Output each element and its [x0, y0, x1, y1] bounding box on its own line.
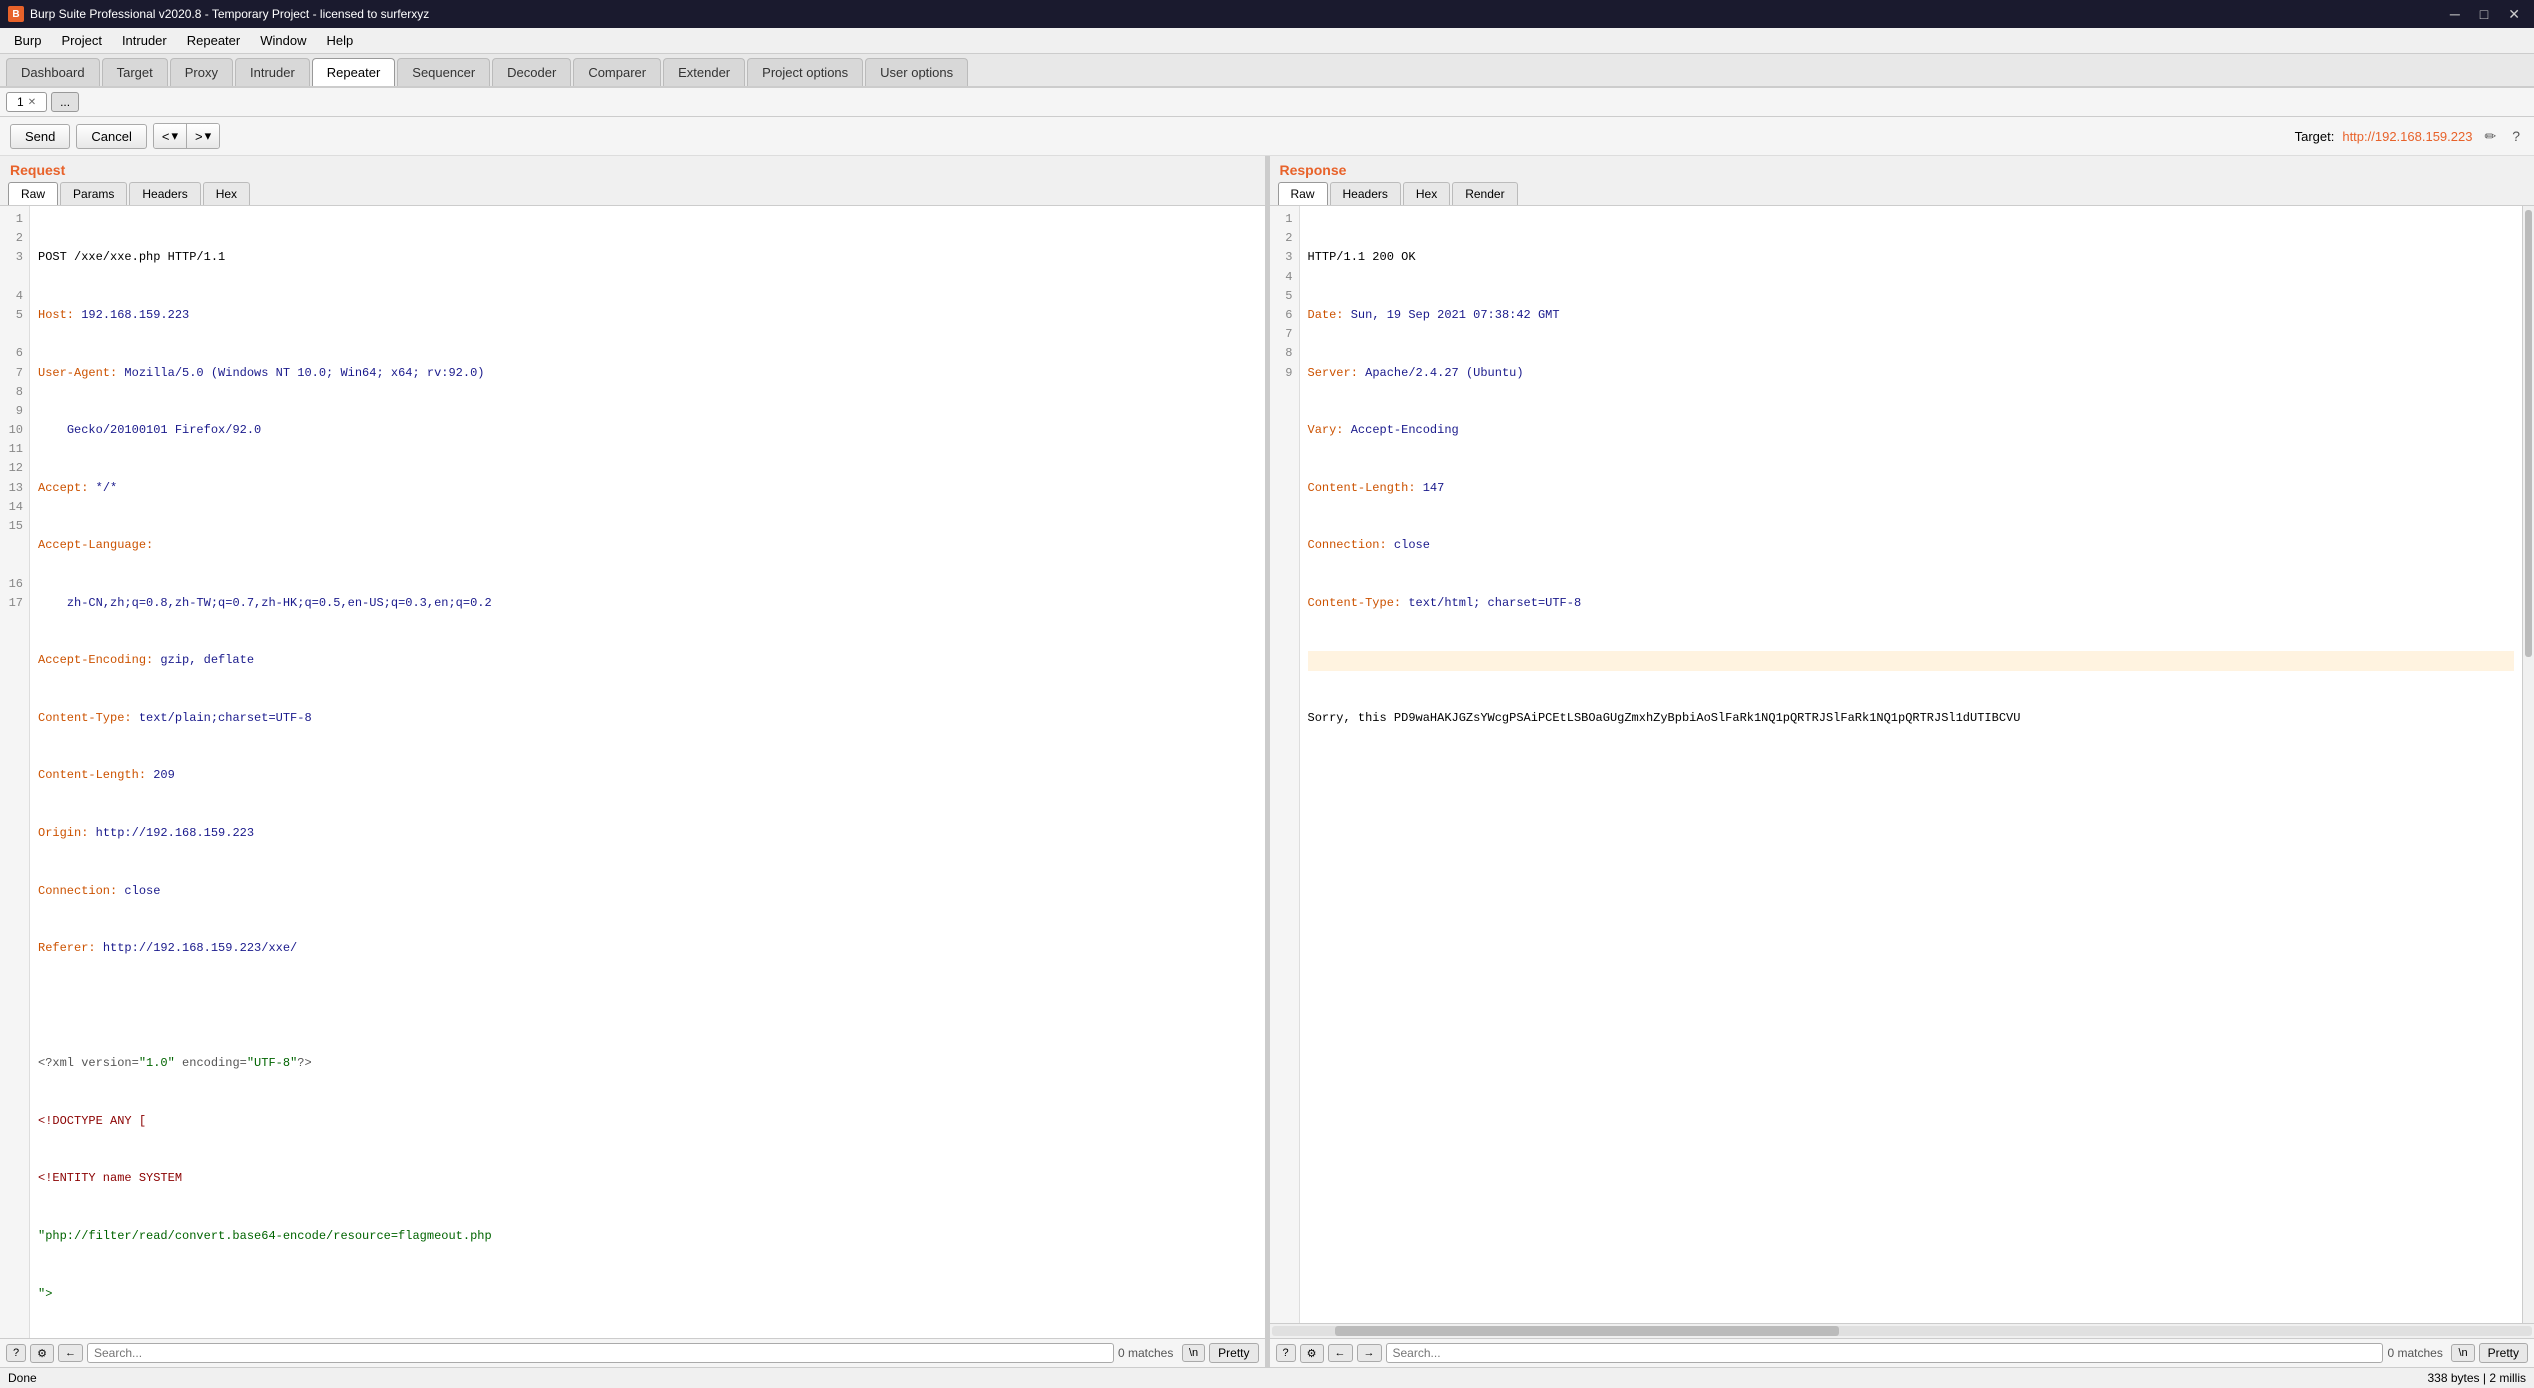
request-back-btn[interactable]: ← — [58, 1344, 83, 1362]
response-tab-hex[interactable]: Hex — [1403, 182, 1450, 205]
response-hscrollbar[interactable] — [1272, 1326, 2533, 1336]
maximize-button[interactable]: □ — [2474, 4, 2494, 25]
edit-target-button[interactable]: ✏ — [2480, 126, 2500, 147]
response-tab-render[interactable]: Render — [1452, 182, 1517, 205]
cancel-button[interactable]: Cancel — [76, 124, 146, 149]
request-newline-btn[interactable]: \n — [1182, 1344, 1205, 1362]
titlebar-left: B Burp Suite Professional v2020.8 - Temp… — [8, 6, 429, 22]
request-code-content: 1 2 3 4 5 6 7 8 9 10 11 12 13 14 15 — [0, 206, 1265, 1338]
request-settings-btn[interactable]: ⚙ — [30, 1344, 54, 1363]
menu-window[interactable]: Window — [250, 30, 316, 51]
response-code-content: 1 2 3 4 5 6 7 8 9 HTTP/1.1 200 OK Date: … — [1270, 206, 2523, 1323]
response-code-lines: HTTP/1.1 200 OK Date: Sun, 19 Sep 2021 0… — [1300, 206, 2523, 1323]
response-code-area[interactable]: 1 2 3 4 5 6 7 8 9 HTTP/1.1 200 OK Date: … — [1270, 206, 2534, 1323]
menu-intruder[interactable]: Intruder — [112, 30, 177, 51]
toolbar: Send Cancel < ▾ > ▾ Target: http://192.1… — [0, 117, 2534, 156]
request-panel: Request Raw Params Headers Hex 1 2 3 4 5… — [0, 156, 1265, 1367]
response-header: Response — [1270, 156, 2534, 182]
burp-icon: B — [8, 6, 24, 22]
response-tab-raw[interactable]: Raw — [1278, 182, 1328, 205]
menu-burp[interactable]: Burp — [4, 30, 51, 51]
repeater-tab-1-close[interactable]: ✕ — [28, 97, 36, 108]
response-pretty-btn[interactable]: Pretty — [2479, 1343, 2528, 1363]
response-tab-headers[interactable]: Headers — [1330, 182, 1401, 205]
request-line-numbers: 1 2 3 4 5 6 7 8 9 10 11 12 13 14 15 — [0, 206, 30, 1338]
repeater-tab-1[interactable]: 1 ✕ — [6, 92, 47, 112]
request-tab-params[interactable]: Params — [60, 182, 127, 205]
main-tabbar: Dashboard Target Proxy Intruder Repeater… — [0, 54, 2534, 88]
request-subtabs: Raw Params Headers Hex — [0, 182, 1265, 206]
request-tab-headers[interactable]: Headers — [129, 182, 200, 205]
titlebar: B Burp Suite Professional v2020.8 - Temp… — [0, 0, 2534, 28]
response-panel: Response Raw Headers Hex Render 1 2 3 4 … — [1270, 156, 2534, 1367]
tab-user-options[interactable]: User options — [865, 58, 968, 86]
nav-buttons: < ▾ > ▾ — [153, 123, 220, 149]
forward-icon: > — [195, 129, 203, 144]
tab-comparer[interactable]: Comparer — [573, 58, 661, 86]
response-match-count: 0 matches — [2387, 1346, 2447, 1360]
status-text: Done — [8, 1371, 37, 1385]
titlebar-title: Burp Suite Professional v2020.8 - Tempor… — [30, 7, 429, 21]
target-url: http://192.168.159.223 — [2342, 129, 2472, 144]
response-back-btn[interactable]: ← — [1328, 1344, 1353, 1362]
request-match-count: 0 matches — [1118, 1346, 1178, 1360]
statusbar: Done 338 bytes | 2 millis — [0, 1367, 2534, 1388]
menu-project[interactable]: Project — [51, 30, 111, 51]
response-bottom: ? ⚙ ← → 0 matches \n Pretty — [1270, 1338, 2534, 1367]
response-scrollbar[interactable] — [2522, 206, 2534, 1323]
tab-intruder[interactable]: Intruder — [235, 58, 310, 86]
response-line-numbers: 1 2 3 4 5 6 7 8 9 — [1270, 206, 1300, 1323]
main-content: Request Raw Params Headers Hex 1 2 3 4 5… — [0, 156, 2534, 1367]
menu-repeater[interactable]: Repeater — [177, 30, 250, 51]
request-search-input[interactable] — [87, 1343, 1114, 1363]
repeater-tab-add[interactable]: ... — [51, 92, 79, 112]
request-bottom: ? ⚙ ← 0 matches \n Pretty — [0, 1338, 1265, 1367]
request-pretty-btn[interactable]: Pretty — [1209, 1343, 1258, 1363]
minimize-button[interactable]: ─ — [2444, 4, 2466, 25]
tab-extender[interactable]: Extender — [663, 58, 745, 86]
response-subtabs: Raw Headers Hex Render — [1270, 182, 2534, 206]
request-code-lines: POST /xxe/xxe.php HTTP/1.1 Host: 192.168… — [30, 206, 1265, 1338]
response-forward-btn[interactable]: → — [1357, 1344, 1382, 1362]
tab-repeater[interactable]: Repeater — [312, 58, 395, 86]
response-newline-btn[interactable]: \n — [2451, 1344, 2474, 1362]
tab-proxy[interactable]: Proxy — [170, 58, 233, 86]
menubar: Burp Project Intruder Repeater Window He… — [0, 28, 2534, 54]
request-header: Request — [0, 156, 1265, 182]
send-button[interactable]: Send — [10, 124, 70, 149]
toolbar-target: Target: http://192.168.159.223 ✏ ? — [2295, 126, 2524, 147]
forward-button[interactable]: > ▾ — [187, 124, 219, 148]
request-code-area[interactable]: 1 2 3 4 5 6 7 8 9 10 11 12 13 14 15 — [0, 206, 1265, 1338]
back-icon: < — [162, 129, 170, 144]
response-search-input[interactable] — [1386, 1343, 2384, 1363]
response-settings-btn[interactable]: ⚙ — [1300, 1344, 1324, 1363]
tab-decoder[interactable]: Decoder — [492, 58, 571, 86]
response-hscroll[interactable] — [1270, 1323, 2534, 1338]
titlebar-controls: ─ □ ✕ — [2444, 4, 2526, 25]
request-tab-raw[interactable]: Raw — [8, 182, 58, 205]
back-button[interactable]: < ▾ — [154, 124, 187, 148]
back-dropdown-icon: ▾ — [171, 128, 178, 144]
target-label: Target: — [2295, 129, 2335, 144]
request-tab-hex[interactable]: Hex — [203, 182, 250, 205]
close-button[interactable]: ✕ — [2502, 4, 2526, 25]
tab-sequencer[interactable]: Sequencer — [397, 58, 490, 86]
tab-dashboard[interactable]: Dashboard — [6, 58, 100, 86]
repeater-tabs: 1 ✕ ... — [0, 88, 2534, 117]
status-info: 338 bytes | 2 millis — [2428, 1371, 2527, 1385]
response-help-btn[interactable]: ? — [1276, 1344, 1296, 1362]
request-help-btn[interactable]: ? — [6, 1344, 26, 1362]
tab-project-options[interactable]: Project options — [747, 58, 863, 86]
menu-help[interactable]: Help — [316, 30, 363, 51]
tab-target[interactable]: Target — [102, 58, 168, 86]
forward-dropdown-icon: ▾ — [205, 128, 212, 144]
repeater-tab-1-label: 1 — [17, 95, 24, 109]
help-button[interactable]: ? — [2508, 126, 2524, 146]
